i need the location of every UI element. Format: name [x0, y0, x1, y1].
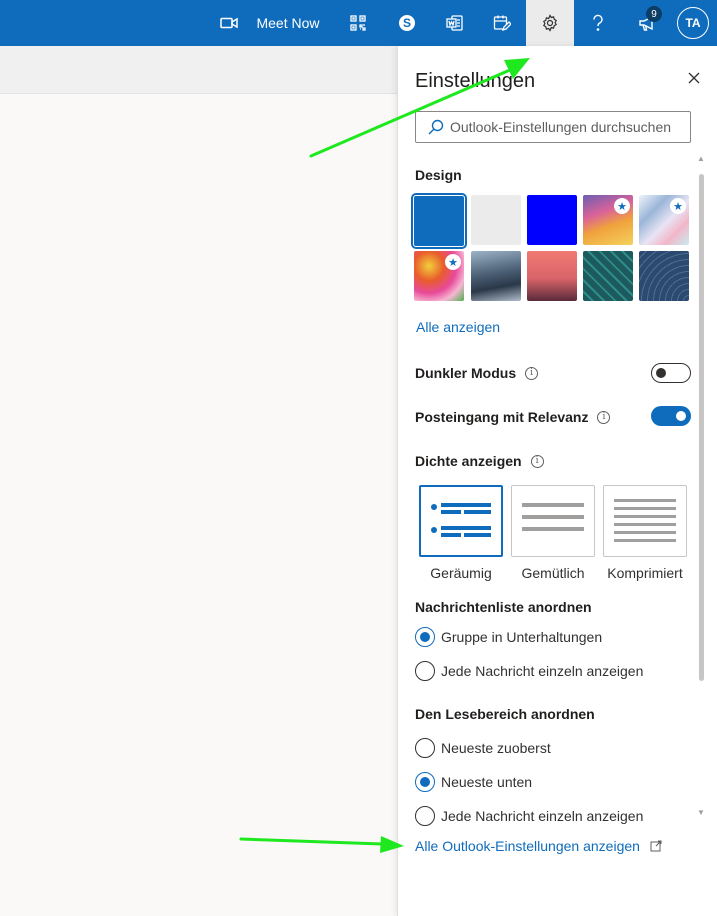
search-icon [428, 119, 444, 135]
theme-rainbow[interactable]: ★ [583, 195, 633, 245]
theme-iridescent[interactable]: ★ [639, 195, 689, 245]
all-settings-link[interactable]: Alle Outlook-Einstellungen anzeigen [415, 838, 662, 854]
focused-inbox-label: Posteingang mit Relevanz i [415, 409, 611, 425]
density-label-compact: Komprimiert [607, 565, 683, 581]
density-compact-icon [614, 499, 676, 542]
dark-mode-toggle[interactable] [651, 363, 691, 383]
skype-button[interactable]: S [391, 0, 423, 46]
radio-button[interactable] [415, 661, 435, 681]
dark-mode-label: Dunkler Modus i [415, 365, 539, 381]
focused-inbox-text: Posteingang mit Relevanz [415, 409, 589, 425]
radio-newest-bottom[interactable]: Neueste unten [415, 772, 532, 792]
close-button[interactable] [682, 66, 706, 90]
theme-bright-blue[interactable] [527, 195, 577, 245]
radio-newest-top[interactable]: Neueste zuoberst [415, 738, 551, 758]
close-icon [688, 72, 700, 84]
density-label-spacious: Geräumig [430, 565, 492, 581]
dark-mode-text: Dunkler Modus [415, 365, 517, 381]
office-word-icon [446, 15, 463, 31]
search-input[interactable] [450, 119, 688, 135]
meet-now-label: Meet Now [256, 15, 320, 31]
radio-label: Jede Nachricht einzeln anzeigen [441, 808, 644, 824]
qr-code-button[interactable] [342, 0, 374, 46]
radio-button[interactable] [415, 772, 435, 792]
density-option-cozy[interactable] [511, 485, 595, 557]
density-heading: Dichte anzeigen i [415, 453, 544, 469]
settings-panel: Einstellungen Design ★ ★ ★ Alle anzeigen… [397, 46, 717, 916]
office-word-button[interactable] [439, 0, 471, 46]
theme-mountains[interactable] [471, 251, 521, 301]
reading-pane-heading: Den Lesebereich anordnen [415, 706, 595, 722]
radio-label: Neueste unten [441, 774, 533, 790]
radio-each-message[interactable]: Jede Nachricht einzeln anzeigen [415, 806, 643, 826]
help-button[interactable] [582, 0, 614, 46]
density-heading-text: Dichte anzeigen [415, 453, 522, 469]
star-icon: ★ [670, 198, 686, 214]
settings-title: Einstellungen [415, 70, 536, 92]
theme-circuit[interactable] [583, 251, 633, 301]
theme-elevation[interactable] [639, 251, 689, 301]
radio-label: Gruppe in Unterhaltungen [441, 629, 603, 645]
top-bar: Meet Now S 9 TA [0, 0, 717, 46]
density-cozy-icon [522, 503, 584, 531]
design-heading: Design [415, 167, 462, 183]
toggle-knob [656, 368, 666, 378]
settings-button[interactable] [526, 0, 574, 46]
theme-blue[interactable] [411, 193, 467, 249]
main-content-area [0, 94, 397, 916]
scroll-down-arrow[interactable]: ▼ [697, 808, 705, 817]
radio-label: Jede Nachricht einzeln anzeigen [441, 663, 644, 679]
theme-palm-sunset[interactable] [527, 251, 577, 301]
calendar-edit-icon [493, 15, 511, 32]
radio-label: Neueste zuoberst [441, 740, 551, 756]
info-icon[interactable]: i [597, 410, 611, 424]
svg-text:S: S [403, 16, 411, 30]
star-icon: ★ [614, 198, 630, 214]
scrollbar-thumb[interactable] [699, 174, 704, 681]
density-option-compact[interactable] [603, 485, 687, 557]
theme-light-gray[interactable] [471, 195, 521, 245]
avatar[interactable]: TA [677, 7, 709, 39]
info-icon[interactable]: i [530, 454, 544, 468]
skype-icon: S [399, 15, 415, 31]
radio-conversations[interactable]: Gruppe in Unterhaltungen [415, 627, 602, 647]
calendar-button[interactable] [486, 0, 518, 46]
gear-icon [543, 14, 557, 32]
toggle-knob [676, 411, 686, 421]
theme-flowers[interactable]: ★ [414, 251, 464, 301]
qr-code-icon [350, 15, 366, 31]
radio-button[interactable] [415, 738, 435, 758]
info-icon[interactable]: i [525, 366, 539, 380]
radio-button[interactable] [415, 627, 435, 647]
help-icon [593, 14, 603, 31]
radio-individual-messages[interactable]: Jede Nachricht einzeln anzeigen [415, 661, 643, 681]
command-bar [0, 46, 397, 94]
scroll-up-arrow[interactable]: ▲ [697, 154, 705, 163]
star-icon: ★ [445, 254, 461, 270]
density-spacious-icon [431, 503, 491, 537]
focused-inbox-toggle[interactable] [651, 406, 691, 426]
radio-button[interactable] [415, 806, 435, 826]
notification-badge: 9 [646, 6, 662, 22]
meet-now-button[interactable]: Meet Now [210, 0, 330, 46]
density-label-cozy: Gemütlich [521, 565, 585, 581]
all-settings-label: Alle Outlook-Einstellungen anzeigen [415, 838, 640, 854]
settings-search[interactable] [415, 111, 691, 143]
open-external-icon [650, 840, 662, 852]
video-icon [220, 17, 239, 29]
density-option-spacious[interactable] [419, 485, 503, 557]
show-all-themes-link[interactable]: Alle anzeigen [416, 319, 500, 335]
message-list-heading: Nachrichtenliste anordnen [415, 599, 592, 615]
